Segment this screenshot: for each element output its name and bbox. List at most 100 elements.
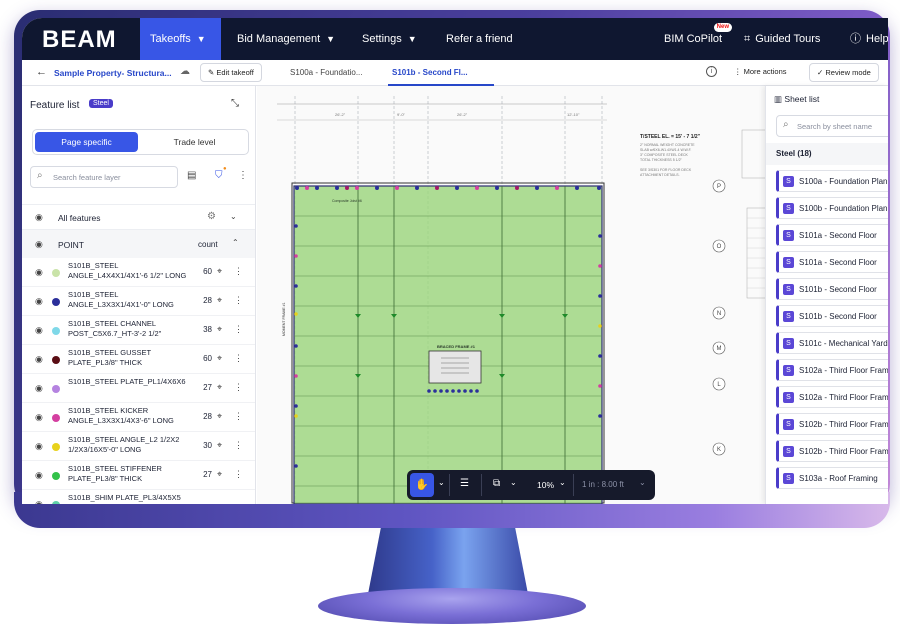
eye-icon[interactable]: ◉ <box>35 267 43 278</box>
breadcrumb[interactable]: Sample Property- Structura... <box>54 68 172 78</box>
trade-level-tab[interactable]: Trade level <box>143 132 246 152</box>
drawing-canvas[interactable]: 26'-2" 9'-0" 26'-2" 12'-10" P O N M L K … <box>257 86 765 504</box>
eye-icon[interactable]: ◉ <box>35 325 43 336</box>
eye-icon[interactable]: ◉ <box>35 354 43 365</box>
sheet-search-input[interactable]: ⌕ Search by sheet name <box>776 115 888 137</box>
more-vertical-icon[interactable]: ⋮ <box>234 382 243 393</box>
eye-icon[interactable]: ◉ <box>35 239 43 250</box>
all-features-row[interactable]: ◉ All features ⚙ ⌄ <box>22 204 255 230</box>
more-vertical-icon[interactable]: ⋮ <box>234 266 243 277</box>
chevron-up-icon[interactable]: ⌃ <box>232 238 239 247</box>
scale-display[interactable]: 1 in : 8.00 ft <box>582 480 624 489</box>
sheet-item[interactable]: S S102a - Third Floor Framing <box>776 359 888 381</box>
eye-icon[interactable]: ◉ <box>35 499 43 504</box>
more-vertical-icon[interactable]: ⋮ <box>234 469 243 480</box>
feature-row[interactable]: ◉ S101B_STEEL ANGLE_L4X4X1/4X1'-6 1/2" L… <box>22 258 255 287</box>
eye-icon[interactable]: ◉ <box>35 383 43 394</box>
nav-guided-tours[interactable]: ⌗ Guided Tours <box>734 18 830 60</box>
sheet-item[interactable]: S S100a - Foundation Plan <box>776 170 888 192</box>
eye-icon[interactable]: ◉ <box>35 296 43 307</box>
feature-search-input[interactable]: ⌕ Search feature layer <box>30 166 178 188</box>
beam-logo[interactable]: BEAM <box>42 26 117 54</box>
review-mode-button[interactable]: ✓ Review mode <box>809 63 879 82</box>
chevron-down-icon[interactable]: ⌄ <box>639 478 646 487</box>
nav-help[interactable]: ⓘ Help <box>840 18 888 60</box>
document-icon[interactable]: ▤ <box>187 170 196 181</box>
info-icon[interactable]: i <box>706 66 717 77</box>
collapse-icon[interactable]: ⤡ <box>231 98 239 109</box>
sheet-item[interactable]: S S102a - Third Floor Framing <box>776 386 888 408</box>
more-vertical-icon[interactable]: ⋮ <box>238 170 248 181</box>
more-vertical-icon[interactable]: ⋮ <box>234 324 243 335</box>
sheet-search-placeholder: Search by sheet name <box>797 122 873 131</box>
gear-icon[interactable]: ⚙ <box>207 211 216 222</box>
map-icon: ⌗ <box>744 33 751 45</box>
locate-icon[interactable]: ⌖ <box>217 324 222 335</box>
locate-icon[interactable]: ⌖ <box>217 382 222 393</box>
feature-label: S101B_STEEL PLATE_PL1/4X6X6 <box>68 377 186 386</box>
chevron-down-icon[interactable]: ⌄ <box>510 478 517 487</box>
nav-settings[interactable]: Settings ▼ <box>352 18 427 60</box>
svg-text:SLAB w/6X6-W1.4XW1.4 W.W.F.: SLAB w/6X6-W1.4XW1.4 W.W.F. <box>640 148 691 152</box>
chevron-down-icon[interactable]: ⌄ <box>559 478 566 487</box>
svg-text:26'-2": 26'-2" <box>335 112 346 117</box>
sheet-item[interactable]: S S100b - Foundation Plan <box>776 197 888 219</box>
edit-takeoff-button[interactable]: ✎ Edit takeoff <box>200 63 262 82</box>
locate-icon[interactable]: ⌖ <box>217 295 222 306</box>
eye-icon[interactable]: ◉ <box>35 212 43 223</box>
locate-icon[interactable]: ⌖ <box>217 266 222 277</box>
feature-row[interactable]: ◉ S101B_STEEL CHANNEL POST_C5X6.7_HT-3'-… <box>22 316 255 345</box>
pan-hand-icon[interactable]: ✋ <box>410 473 434 497</box>
nav-bid-management[interactable]: Bid Management ▼ <box>227 18 345 60</box>
tab-s100a[interactable]: S100a - Foundatio... <box>290 68 363 77</box>
steel-sheet-icon: S <box>783 419 794 430</box>
locate-icon[interactable]: ⌖ <box>217 353 222 364</box>
locate-icon[interactable]: ⌖ <box>217 411 222 422</box>
sheet-item[interactable]: S S101b - Second Floor <box>776 278 888 300</box>
back-arrow-icon[interactable]: ← <box>36 66 47 78</box>
sheet-item[interactable]: S S102b - Third Floor Framing <box>776 413 888 435</box>
feature-list-title: Feature list <box>30 100 80 111</box>
page-specific-tab[interactable]: Page specific <box>35 132 138 152</box>
sheet-group-header[interactable]: Steel (18) <box>766 143 888 165</box>
feature-row[interactable]: ◉ S101B_STEEL GUSSET PLATE_PL3/8" THICK … <box>22 345 255 374</box>
sheet-item[interactable]: S S102b - Third Floor Framing <box>776 440 888 462</box>
more-actions-button[interactable]: ⋮ More actions <box>727 63 794 82</box>
sheet-item[interactable]: S S101a - Second Floor <box>776 251 888 273</box>
sheet-list-title-text: Sheet list <box>784 94 820 104</box>
tab-s101b[interactable]: S101b - Second Fl... <box>392 68 468 77</box>
more-vertical-icon[interactable]: ⋮ <box>234 411 243 422</box>
feature-row[interactable]: ◉ S101B_STEEL KICKER ANGLE_L3X3X1/4X3'-6… <box>22 403 255 432</box>
eye-icon[interactable]: ◉ <box>35 470 43 481</box>
feature-label: S101B_STEEL ANGLE_L2 1/2X2 1/2X3/16X5'-0… <box>68 435 180 454</box>
sheet-item[interactable]: S S101b - Second Floor <box>776 305 888 327</box>
feature-row[interactable]: ◉ S101B_STEEL STIFFENER PLATE_PL3/8" THI… <box>22 461 255 490</box>
feature-row[interactable]: ◉ S101B_STEEL ANGLE_L3X3X1/4X1'-0" LONG … <box>22 287 255 316</box>
steel-sheet-icon: S <box>783 203 794 214</box>
sheet-item[interactable]: S S101c - Mechanical Yard <box>776 332 888 354</box>
filter-icon[interactable]: ⛉ <box>215 170 223 181</box>
more-vertical-icon[interactable]: ⋮ <box>234 353 243 364</box>
rotate-icon[interactable]: ⧉ <box>493 478 500 489</box>
nav-refer-friend[interactable]: Refer a friend <box>436 18 523 60</box>
feature-label: S101B_STEEL ANGLE_L4X4X1/4X1'-6 1/2" LON… <box>68 261 187 280</box>
more-vertical-icon[interactable]: ⋮ <box>234 440 243 451</box>
feature-row[interactable]: ◉ S101B_STEEL ANGLE_L2 1/2X2 1/2X3/16X5'… <box>22 432 255 461</box>
eye-icon[interactable]: ◉ <box>35 412 43 423</box>
nav-takeoffs[interactable]: Takeoffs ▼ <box>140 18 221 60</box>
zoom-level[interactable]: 10% <box>537 480 554 490</box>
more-vertical-icon[interactable]: ⋮ <box>234 295 243 306</box>
sheet-item[interactable]: S S101a - Second Floor <box>776 224 888 246</box>
feature-row[interactable]: ◉ S101B_STEEL PLATE_PL1/4X6X6 27 ⌖ ⋮ <box>22 374 255 403</box>
locate-icon[interactable]: ⌖ <box>217 469 222 480</box>
nav-bim-copilot[interactable]: BIM CoPilot New <box>654 18 734 60</box>
eye-icon[interactable]: ◉ <box>35 441 43 452</box>
chevron-down-icon[interactable]: ⌄ <box>438 478 445 487</box>
split-view-icon[interactable]: ☰ <box>460 478 469 489</box>
feature-row[interactable]: ◉ S101B_SHIM PLATE_PL3/4X5X5 <box>22 490 255 504</box>
locate-icon[interactable]: ⌖ <box>217 440 222 451</box>
sheet-item[interactable]: S S103a - Roof Framing <box>776 467 888 489</box>
steel-sheet-icon: S <box>783 473 794 484</box>
chevron-down-icon[interactable]: ⌄ <box>230 212 237 221</box>
point-group-header[interactable]: ◉ POINT count ⌃ <box>22 230 255 258</box>
